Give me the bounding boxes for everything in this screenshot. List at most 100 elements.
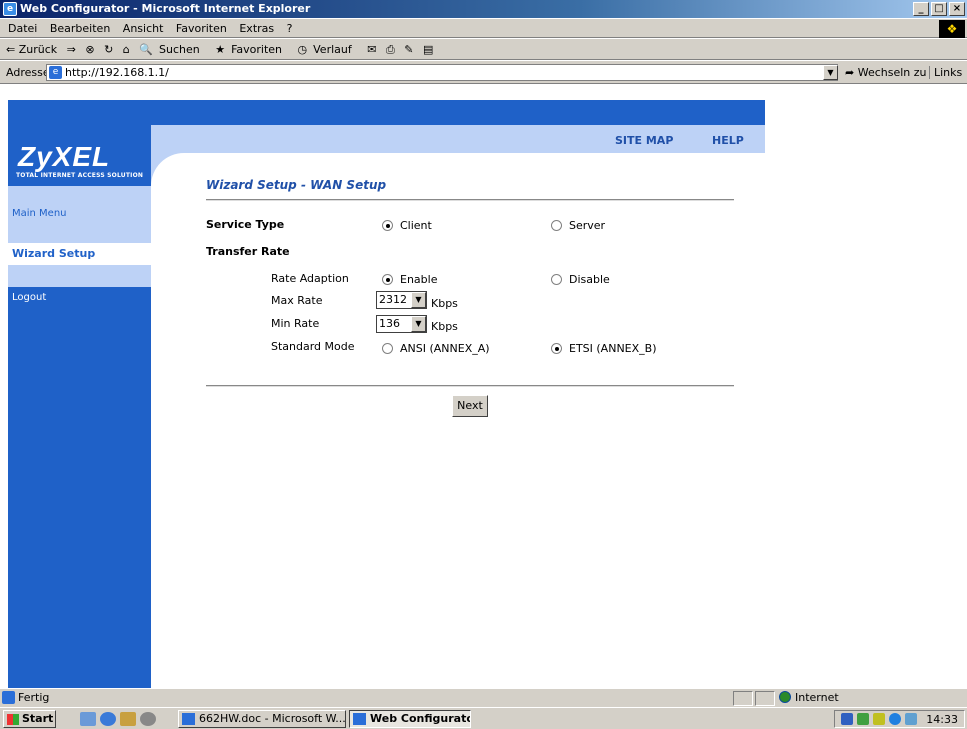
volume-tray-icon[interactable]: [873, 713, 885, 725]
forward-button[interactable]: ⇒: [67, 43, 76, 56]
rate-adaption-label: Rate Adaption: [271, 272, 349, 285]
zone-indicator: Internet: [779, 691, 839, 704]
page-status-icon: [2, 691, 15, 704]
edit-icon[interactable]: ✎: [404, 43, 413, 56]
network-tray-icon[interactable]: [841, 713, 853, 725]
site-map-link[interactable]: SITE MAP: [615, 134, 673, 147]
show-desktop-icon[interactable]: [80, 712, 96, 726]
favorites-icon: ★: [215, 43, 226, 56]
rate-enable-radio[interactable]: Enable: [382, 273, 437, 286]
chevron-down-icon: ▼: [411, 292, 426, 308]
stop-icon[interactable]: ⊗: [85, 43, 94, 56]
print-icon[interactable]: ⎙: [386, 43, 395, 56]
chevron-down-icon: ▼: [411, 316, 426, 332]
window-titlebar: e Web Configurator - Microsoft Internet …: [0, 0, 967, 18]
zone-label: Internet: [795, 691, 839, 704]
radio-selected-icon: [382, 220, 393, 231]
page-icon: e: [49, 66, 62, 79]
taskbar: Start 662HW.doc - Microsoft W... Web Con…: [0, 707, 967, 729]
go-label: Wechseln zu: [857, 66, 927, 79]
outlook-quicklaunch-icon[interactable]: [120, 712, 136, 726]
max-rate-label: Max Rate: [271, 294, 323, 307]
menu-help[interactable]: ?: [287, 22, 293, 35]
min-rate-value: 136: [379, 317, 400, 330]
service-client-label: Client: [400, 219, 432, 232]
standard-mode-label: Standard Mode: [271, 340, 355, 353]
sidebar: Main Menu Wizard Setup Logout: [8, 186, 151, 688]
status-text-area: Fertig: [2, 691, 49, 704]
radio-unselected-icon: [551, 220, 562, 231]
status-pane-lock: [755, 691, 775, 706]
menu-bearbeiten[interactable]: Bearbeiten: [50, 22, 110, 35]
top-nav: SITE MAP HELP: [151, 125, 765, 153]
windows-logo-icon: ❖: [939, 20, 965, 38]
system-tray: 14:33: [834, 710, 965, 728]
links-button[interactable]: Links: [929, 66, 962, 79]
service-client-radio[interactable]: Client: [382, 219, 432, 232]
min-rate-unit: Kbps: [431, 320, 458, 333]
sidebar-item-main-menu[interactable]: Main Menu: [8, 204, 151, 224]
media-quicklaunch-icon[interactable]: [140, 712, 156, 726]
go-button[interactable]: ➦ Wechseln zu: [845, 66, 927, 79]
radio-selected-icon: [382, 274, 393, 285]
search-button[interactable]: 🔍 Suchen: [139, 43, 205, 56]
service-type-label: Service Type: [206, 218, 285, 231]
maximize-button[interactable]: □: [931, 2, 947, 16]
radio-selected-icon: [551, 343, 562, 354]
status-text: Fertig: [18, 691, 50, 704]
ie-icon: e: [3, 2, 17, 16]
ie-task-icon: [353, 713, 366, 725]
rate-enable-label: Enable: [400, 273, 438, 286]
start-label: Start: [22, 712, 54, 725]
help-link[interactable]: HELP: [712, 134, 744, 147]
discuss-icon[interactable]: ▤: [423, 43, 433, 56]
sidebar-item-logout[interactable]: Logout: [8, 288, 151, 308]
brand-block: ZyXEL TOTAL INTERNET ACCESS SOLUTION: [8, 125, 151, 186]
history-icon: ◷: [297, 43, 308, 56]
taskbar-web-configurator[interactable]: Web Configurator - Mi...: [349, 710, 471, 728]
header-curve: [151, 153, 191, 186]
max-rate-unit: Kbps: [431, 297, 458, 310]
close-button[interactable]: ×: [949, 2, 965, 16]
mode-etsi-label: ETSI (ANNEX_B): [569, 342, 657, 355]
divider-top: [206, 199, 734, 201]
max-rate-value: 2312: [379, 293, 407, 306]
zyxel-logo: ZyXEL: [18, 141, 111, 172]
messenger-tray-icon[interactable]: [889, 713, 901, 725]
back-button[interactable]: ⇐ Zurück: [6, 43, 57, 56]
next-button[interactable]: Next: [452, 395, 488, 417]
history-button[interactable]: ◷ Verlauf: [298, 43, 358, 56]
service-server-radio[interactable]: Server: [551, 219, 605, 232]
sidebar-light-block-2: [8, 265, 151, 287]
mode-ansi-radio[interactable]: ANSI (ANNEX_A): [382, 342, 490, 355]
mode-etsi-radio[interactable]: ETSI (ANNEX_B): [551, 342, 657, 355]
window-title: Web Configurator - Microsoft Internet Ex…: [20, 2, 311, 15]
radio-unselected-icon: [382, 343, 393, 354]
menu-extras[interactable]: Extras: [239, 22, 274, 35]
rate-disable-radio[interactable]: Disable: [551, 273, 610, 286]
max-rate-select[interactable]: 2312 ▼: [376, 291, 427, 309]
min-rate-select[interactable]: 136 ▼: [376, 315, 427, 333]
refresh-icon[interactable]: ↻: [104, 43, 113, 56]
sidebar-item-wizard-setup[interactable]: Wizard Setup: [8, 243, 151, 265]
minimize-button[interactable]: _: [913, 2, 929, 16]
menu-favoriten[interactable]: Favoriten: [176, 22, 227, 35]
favorites-button[interactable]: ★ Favoriten: [215, 43, 288, 56]
security-tray-icon[interactable]: [857, 713, 869, 725]
toolbar: ⇐ Zurück ⇒ ⊗ ↻ ⌂ 🔍 Suchen ★ Favoriten ◷ Ver…: [0, 38, 967, 60]
word-icon: [182, 713, 195, 725]
transfer-rate-label: Transfer Rate: [206, 245, 290, 258]
address-dropdown-icon[interactable]: ▼: [823, 65, 838, 80]
menu-datei[interactable]: Datei: [8, 22, 37, 35]
home-icon[interactable]: ⌂: [123, 43, 130, 56]
page-content: ZyXEL TOTAL INTERNET ACCESS SOLUTION SIT…: [0, 84, 967, 688]
taskbar-word-document[interactable]: 662HW.doc - Microsoft W...: [178, 710, 346, 728]
mail-icon[interactable]: ✉: [367, 43, 376, 56]
address-input[interactable]: e http://192.168.1.1/: [46, 64, 838, 81]
brand-tagline: TOTAL INTERNET ACCESS SOLUTION: [16, 172, 144, 179]
start-button[interactable]: Start: [3, 710, 56, 728]
ie-quicklaunch-icon[interactable]: [100, 712, 116, 726]
divider-bottom: [206, 385, 734, 387]
menu-ansicht[interactable]: Ansicht: [123, 22, 164, 35]
display-tray-icon[interactable]: [905, 713, 917, 725]
